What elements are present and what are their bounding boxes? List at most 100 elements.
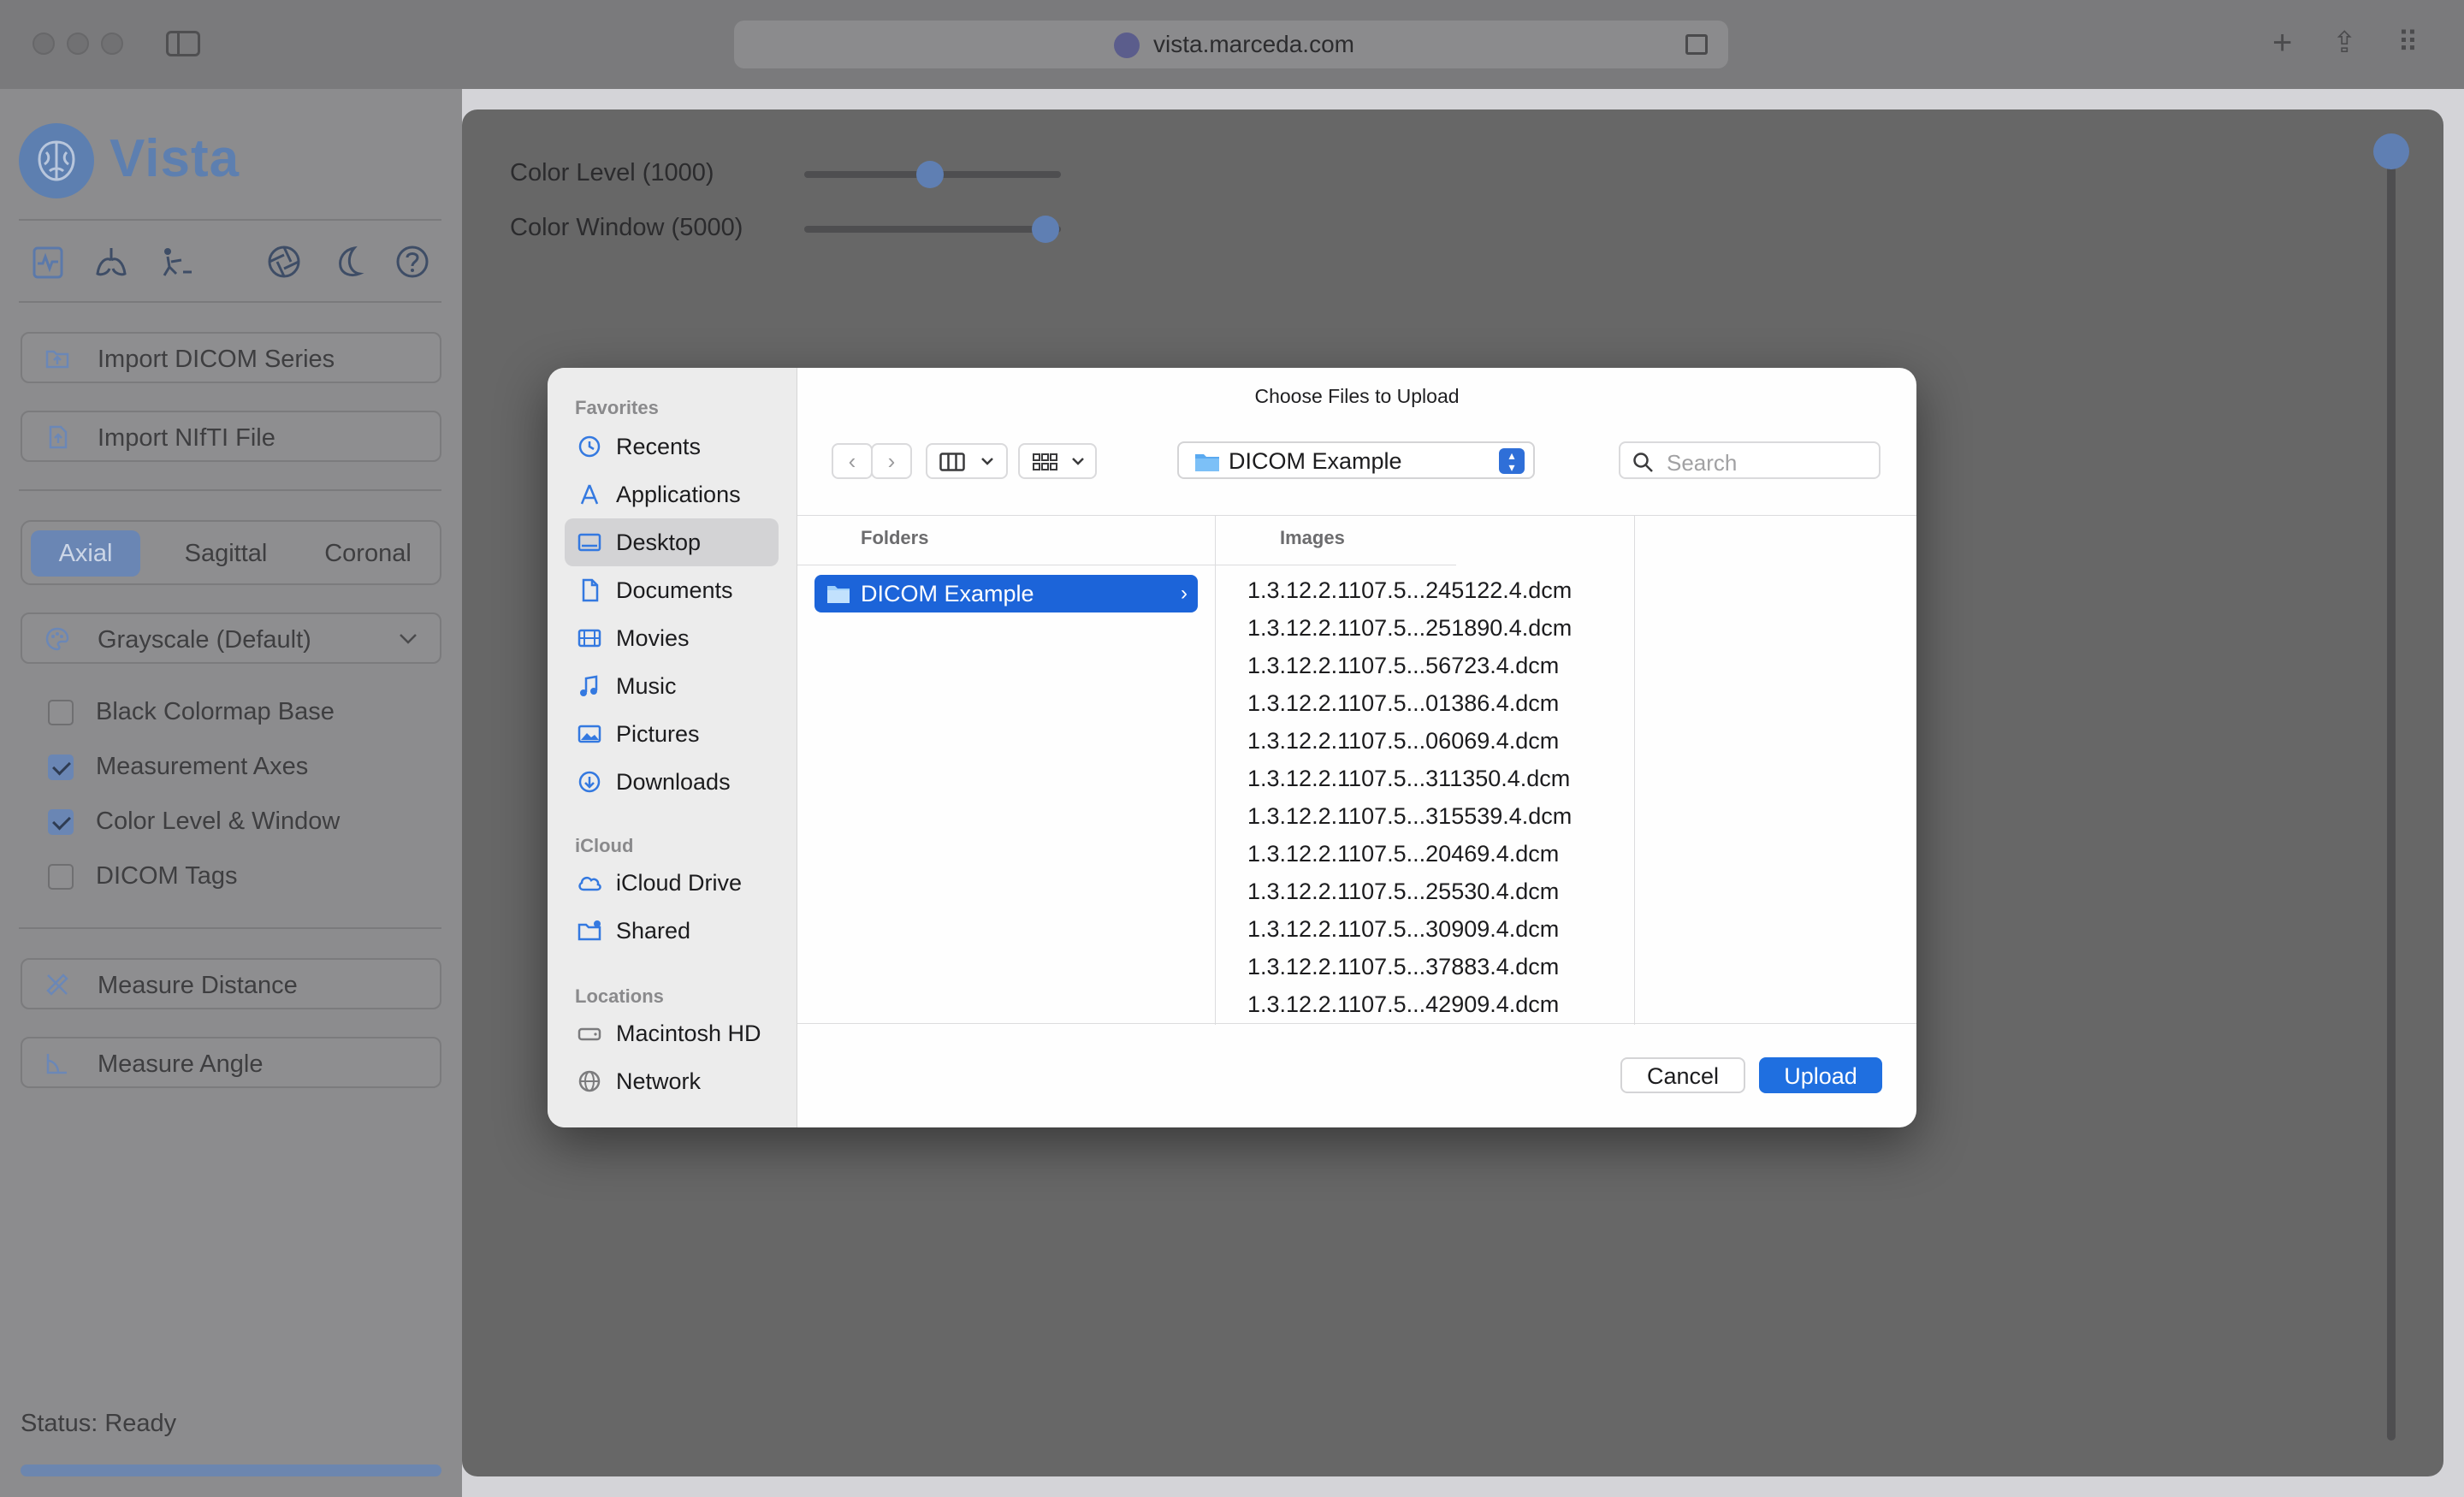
- file-item[interactable]: 1.3.12.2.1107.5...251890.4.dcm: [1247, 615, 1572, 642]
- sidebar-toggle-icon[interactable]: [166, 31, 200, 56]
- divider: [19, 927, 441, 929]
- black-colormap-checkbox[interactable]: [48, 700, 74, 725]
- measurement-axes-checkbox[interactable]: [48, 754, 74, 780]
- color-level-window-checkbox[interactable]: [48, 809, 74, 835]
- folders-column-header: Folders: [861, 527, 929, 548]
- new-tab-icon[interactable]: +: [2272, 26, 2292, 60]
- tab-coronal[interactable]: Coronal: [305, 530, 431, 577]
- view-segmented-control: Axial Sagittal Coronal: [21, 520, 441, 585]
- folder-row-dicom-example[interactable]: DICOM Example ›: [814, 575, 1198, 612]
- colormap-value: Grayscale (Default): [98, 626, 311, 654]
- group-view-button[interactable]: [1018, 443, 1097, 479]
- column-divider: [1634, 515, 1635, 1025]
- tab-overview-icon[interactable]: ⠿: [2397, 26, 2419, 60]
- sidebar-item-downloads[interactable]: Downloads: [565, 758, 779, 806]
- cloud-icon: [578, 876, 601, 891]
- sidebar-item-label: Applications: [616, 482, 741, 507]
- import-nifti-button[interactable]: Import NIfTI File: [21, 411, 441, 462]
- file-item[interactable]: 1.3.12.2.1107.5...30909.4.dcm: [1247, 916, 1559, 943]
- color-level-slider[interactable]: [804, 161, 1061, 188]
- file-item[interactable]: 1.3.12.2.1107.5...01386.4.dcm: [1247, 690, 1559, 717]
- sidebar-item-recents[interactable]: Recents: [565, 423, 779, 470]
- file-item[interactable]: 1.3.12.2.1107.5...311350.4.dcm: [1247, 766, 1570, 792]
- sidebar-item-icloud-drive[interactable]: iCloud Drive: [565, 859, 779, 907]
- sidebar-item-network[interactable]: Network: [565, 1057, 779, 1105]
- colormap-select[interactable]: Grayscale (Default): [21, 612, 441, 664]
- document-icon: [582, 578, 599, 602]
- browser-toolbar: vista.marceda.com + ⇪ ⠿: [0, 0, 2464, 89]
- help-icon[interactable]: [394, 243, 431, 281]
- black-colormap-label: Black Colormap Base: [96, 698, 335, 725]
- sidebar-item-label: Documents: [616, 577, 733, 603]
- aperture-icon[interactable]: [265, 243, 303, 281]
- file-item[interactable]: 1.3.12.2.1107.5...315539.4.dcm: [1247, 803, 1572, 830]
- color-level-window-label: Color Level & Window: [96, 808, 341, 835]
- sidebar-item-movies[interactable]: Movies: [565, 614, 779, 662]
- slice-slider-knob[interactable]: [2373, 133, 2409, 169]
- color-window-slider-knob[interactable]: [1032, 216, 1059, 243]
- sidebar-item-desktop[interactable]: Desktop: [565, 518, 779, 566]
- search-placeholder: Search: [1667, 450, 1738, 476]
- column-view-button[interactable]: [926, 443, 1008, 479]
- skeleton-icon[interactable]: [157, 243, 195, 281]
- location-value: DICOM Example: [1229, 448, 1402, 474]
- tab-sagittal[interactable]: Sagittal: [163, 530, 289, 577]
- ruler-pencil-icon: [46, 973, 68, 996]
- upload-button[interactable]: Upload: [1759, 1057, 1882, 1093]
- search-field[interactable]: Search: [1619, 441, 1881, 479]
- divider: [797, 1023, 1916, 1024]
- color-window-label: Color Window (5000): [510, 214, 743, 241]
- sidebar-item-label: Shared: [616, 918, 691, 944]
- sidebar-item-label: Desktop: [616, 530, 702, 555]
- chevron-right-icon: ›: [1181, 582, 1188, 605]
- close-window-button[interactable]: [33, 33, 55, 55]
- locations-heading: Locations: [575, 985, 664, 1007]
- import-dicom-button[interactable]: Import DICOM Series: [21, 332, 441, 383]
- icloud-heading: iCloud: [575, 835, 634, 856]
- file-item[interactable]: 1.3.12.2.1107.5...37883.4.dcm: [1247, 954, 1559, 980]
- columns-icon: [939, 453, 965, 471]
- color-level-slider-knob[interactable]: [916, 161, 944, 188]
- back-button[interactable]: ‹: [832, 443, 873, 479]
- tab-axial[interactable]: Axial: [31, 530, 140, 577]
- minimize-window-button[interactable]: [67, 33, 89, 55]
- share-icon[interactable]: ⇪: [2332, 26, 2357, 60]
- sidebar-item-documents[interactable]: Documents: [565, 566, 779, 614]
- sidebar-item-label: Network: [616, 1068, 702, 1094]
- palette-icon: [45, 627, 69, 651]
- divider: [19, 301, 441, 303]
- file-item[interactable]: 1.3.12.2.1107.5...06069.4.dcm: [1247, 728, 1559, 754]
- zoom-window-button[interactable]: [101, 33, 123, 55]
- address-bar[interactable]: vista.marceda.com: [734, 21, 1728, 68]
- file-item[interactable]: 1.3.12.2.1107.5...42909.4.dcm: [1247, 991, 1559, 1018]
- file-item[interactable]: 1.3.12.2.1107.5...20469.4.dcm: [1247, 841, 1559, 867]
- dicom-tags-checkbox[interactable]: [48, 864, 74, 890]
- lungs-icon[interactable]: [92, 243, 130, 281]
- app-sidebar: Vista Import DICOM Series Import NIfTI F…: [0, 89, 462, 1497]
- file-item[interactable]: 1.3.12.2.1107.5...25530.4.dcm: [1247, 879, 1559, 905]
- sidebar-item-applications[interactable]: Applications: [565, 470, 779, 518]
- measure-angle-button[interactable]: Measure Angle: [21, 1037, 441, 1088]
- sidebar-item-music[interactable]: Music: [565, 662, 779, 710]
- heart-monitor-icon[interactable]: [29, 243, 67, 281]
- measure-angle-label: Measure Angle: [98, 1050, 264, 1078]
- slice-slider[interactable]: [2373, 133, 2409, 1441]
- sidebar-item-label: Pictures: [616, 721, 700, 747]
- moon-icon[interactable]: [330, 243, 368, 281]
- sidebar-item-label: Music: [616, 673, 677, 699]
- forward-button[interactable]: ›: [871, 443, 912, 479]
- location-popup[interactable]: DICOM Example ▴ ▾: [1177, 441, 1535, 479]
- sidebar-item-pictures[interactable]: Pictures: [565, 710, 779, 758]
- measure-distance-button[interactable]: Measure Distance: [21, 958, 441, 1009]
- color-window-slider[interactable]: [804, 216, 1061, 243]
- file-item[interactable]: 1.3.12.2.1107.5...56723.4.dcm: [1247, 653, 1559, 679]
- cancel-button[interactable]: Cancel: [1620, 1057, 1745, 1093]
- reader-icon[interactable]: [1685, 34, 1708, 55]
- download-icon: [578, 771, 601, 793]
- clock-icon: [578, 435, 601, 458]
- sidebar-item-shared[interactable]: Shared: [565, 907, 779, 955]
- file-item[interactable]: 1.3.12.2.1107.5...245122.4.dcm: [1247, 577, 1572, 604]
- import-file-icon: [49, 425, 68, 449]
- hard-drive-icon: [578, 1027, 601, 1041]
- sidebar-item-macintosh-hd[interactable]: Macintosh HD: [565, 1009, 779, 1057]
